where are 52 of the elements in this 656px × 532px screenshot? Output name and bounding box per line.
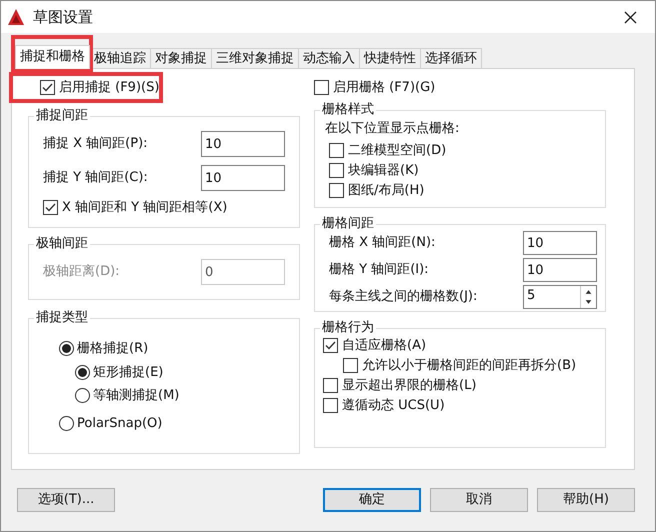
checkbox[interactable] [43, 200, 58, 215]
app-logo-icon [7, 8, 25, 26]
checkmark-icon [325, 341, 336, 350]
radio-label: PolarSnap(O) [77, 414, 162, 432]
input-field[interactable]: 10 [523, 258, 597, 282]
dialog-button[interactable]: 取消 [430, 488, 528, 512]
checkbox[interactable] [329, 162, 344, 178]
checkbox[interactable] [40, 80, 55, 95]
checkbox-label: 自适应栅格(A) [342, 337, 426, 354]
radio-label: 栅格捕捉(R) [77, 340, 148, 358]
dialog-button[interactable]: 帮助(H) [537, 488, 635, 512]
checkmark-icon [45, 203, 56, 212]
options-button[interactable]: 选项(T)... [17, 488, 115, 512]
checkbox[interactable] [329, 182, 344, 198]
radio-button[interactable] [75, 364, 90, 380]
checkbox-label: X 轴间距和 Y 轴间距相等(X) [62, 199, 228, 216]
window-title: 草图设置 [33, 6, 93, 28]
checkmark-icon [42, 83, 53, 92]
field-label: 捕捉 Y 轴间距(C): [43, 169, 148, 188]
checkbox-label: 遵循动态 UCS(U) [342, 397, 445, 414]
tab[interactable]: 选择循环 [420, 48, 482, 69]
radio-button[interactable] [75, 388, 90, 404]
checkbox[interactable] [314, 80, 329, 95]
dialog-button[interactable]: 确定 [323, 488, 421, 512]
radio-label: 矩形捕捉(E) [93, 364, 164, 382]
checkbox[interactable] [323, 398, 338, 413]
checkbox[interactable] [343, 358, 358, 373]
input-field[interactable]: 10 [201, 165, 285, 191]
spinner-field[interactable]: 5 [523, 285, 597, 309]
radio-button[interactable] [59, 416, 74, 431]
caption: 在以下位置显示点栅格: [325, 120, 460, 138]
input-field[interactable]: 10 [201, 131, 285, 157]
field-label: 捕捉 X 轴间距(P): [43, 135, 148, 154]
radio-button[interactable] [59, 341, 74, 356]
checkbox[interactable] [323, 378, 338, 393]
field-label: 每条主线之间的栅格数(J): [329, 288, 478, 306]
field-label: 极轴距离(D): [43, 263, 120, 282]
field-label: 栅格 Y 轴间距(I): [329, 261, 429, 280]
checkbox-label: 启用栅格 (F7)(G) [333, 79, 436, 96]
checkbox-label: 显示超出界限的栅格(L) [342, 377, 476, 394]
field-label: 栅格 X 轴间距(N): [329, 234, 436, 252]
checkbox-label: 允许以小于栅格间距的间距再拆分(B) [362, 357, 578, 374]
tab[interactable]: 捕捉和栅格 [15, 45, 90, 69]
checkbox[interactable] [329, 142, 344, 158]
close-icon[interactable] [624, 10, 637, 24]
radio-label: 等轴测捕捉(M) [93, 387, 180, 405]
checkbox[interactable] [323, 338, 338, 353]
checkbox-label: 启用捕捉 (F9)(S) [59, 79, 160, 96]
checkbox-label: 二维模型空间(D) [348, 142, 446, 158]
checkbox-label: 块编辑器(K) [348, 162, 419, 178]
checkbox-label: 图纸/布局(H) [348, 182, 424, 198]
input-field[interactable]: 10 [523, 231, 597, 255]
